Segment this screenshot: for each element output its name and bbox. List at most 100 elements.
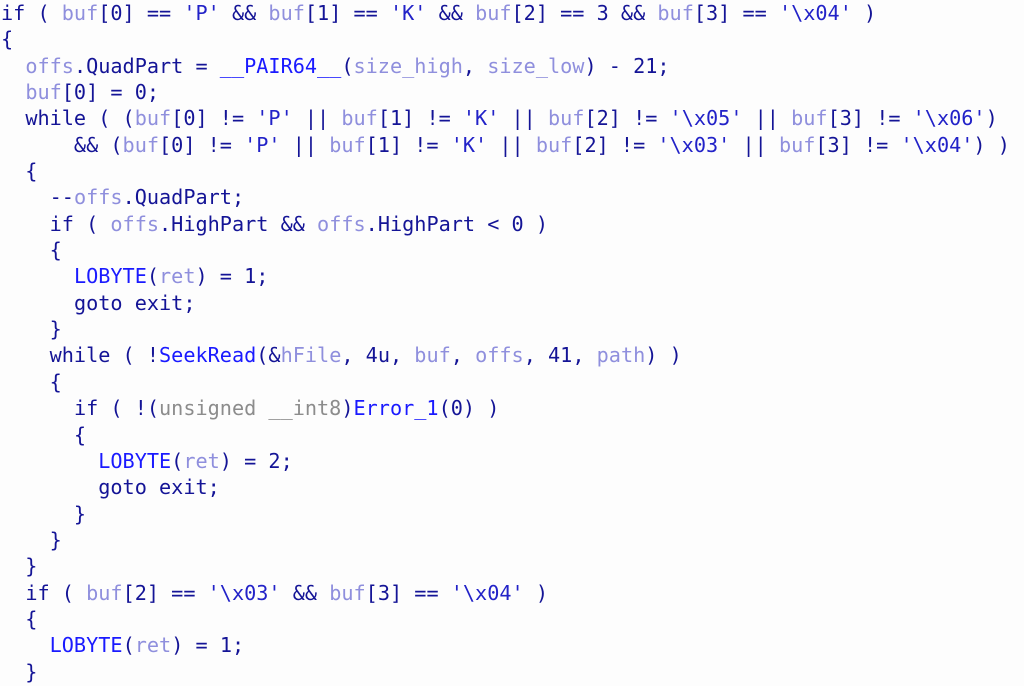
code-token-var: buf — [329, 580, 366, 605]
code-token-plain: || — [280, 132, 330, 157]
code-line[interactable]: goto exit; — [0, 290, 1024, 316]
code-token-macro: __PAIR64__ — [219, 53, 342, 78]
decompiler-code-view[interactable]: if ( buf[0] == 'P' && buf[1] == 'K' && b… — [0, 0, 1024, 686]
code-token-var: offs — [73, 185, 123, 210]
code-line[interactable]: goto exit; — [0, 474, 1024, 500]
code-token-plain: [3] != — [815, 132, 901, 157]
code-token-plain: } — [1, 554, 38, 579]
code-token-var: buf — [134, 106, 172, 131]
code-token-string: 'K' — [462, 106, 500, 131]
code-token-plain: ( ( — [86, 106, 135, 131]
code-line[interactable]: } — [0, 501, 1024, 527]
code-token-var: buf — [791, 106, 828, 131]
code-token-string: '\x04' — [900, 132, 974, 157]
code-line[interactable]: --offs.QuadPart; — [0, 184, 1024, 210]
code-line[interactable]: { — [0, 237, 1024, 263]
code-token-keyword: if — [1, 1, 26, 25]
code-token-var: path — [596, 343, 646, 368]
code-token-number: 0 — [134, 80, 147, 105]
code-token-label: exit — [134, 290, 184, 315]
code-token-var: offs — [110, 211, 160, 236]
code-token-plain: [2] != — [572, 132, 658, 157]
code-token-plain: [0] = — [61, 80, 135, 105]
code-token-var: buf — [548, 106, 585, 131]
code-token-var: buf — [778, 132, 816, 157]
code-token-member: .HighPart — [159, 211, 269, 236]
code-line[interactable]: { — [0, 26, 1024, 52]
code-token-plain: , — [462, 53, 488, 78]
code-token-string: '\x03' — [207, 580, 281, 605]
code-token-plain: ; — [256, 264, 269, 289]
code-token-plain: ) = — [219, 448, 269, 473]
code-token-plain: [1] != — [365, 132, 451, 157]
code-token-var: buf — [61, 1, 99, 25]
code-token-plain: < — [475, 211, 512, 236]
code-token-var: ret — [134, 633, 172, 658]
code-token-var: size_high — [353, 53, 463, 78]
code-line[interactable]: LOBYTE(ret) = 1; — [0, 263, 1024, 289]
code-line[interactable]: offs.QuadPart = __PAIR64__(size_high, si… — [0, 53, 1024, 79]
code-line[interactable]: if ( buf[2] == '\x03' && buf[3] == '\x04… — [0, 580, 1024, 606]
code-token-number: 3 — [596, 1, 609, 25]
code-token-plain: && — [268, 211, 318, 236]
code-token-plain: { — [1, 238, 62, 263]
code-line[interactable]: } — [0, 659, 1024, 685]
code-token-var: buf — [329, 132, 366, 157]
code-line[interactable]: buf[0] = 0; — [0, 79, 1024, 105]
code-token-plain: ( — [341, 53, 354, 78]
code-token-keyword: while — [49, 343, 111, 368]
code-token-plain: [2] == — [122, 580, 208, 605]
code-token-string: '\x06' — [912, 106, 986, 131]
code-token-plain: && — [426, 1, 476, 25]
code-line[interactable]: } — [0, 316, 1024, 342]
code-token-plain: ( — [49, 580, 87, 605]
code-token-label: exit — [159, 475, 208, 500]
code-token-plain: && — [219, 1, 269, 25]
code-line[interactable]: && (buf[0] != 'P' || buf[1] != 'K' || bu… — [0, 132, 1024, 158]
code-line[interactable]: while ( !SeekRead(&hFile, 4u, buf, offs,… — [0, 342, 1024, 368]
code-line[interactable]: { — [0, 158, 1024, 184]
code-line[interactable]: } — [0, 553, 1024, 579]
code-token-plain: ) — [985, 106, 998, 131]
code-token-plain: { — [1, 606, 38, 631]
code-token-keyword: while — [25, 106, 87, 131]
code-line[interactable]: { — [0, 422, 1024, 448]
code-token-plain: ( — [146, 264, 160, 289]
code-token-plain: [1] != — [377, 106, 463, 131]
code-token-plain: , — [572, 343, 597, 368]
code-line[interactable]: if ( !(unsigned __int8)Error_1(0) ) — [0, 395, 1024, 421]
code-token-var: buf — [122, 132, 160, 157]
code-token-plain: ) ) — [462, 396, 500, 421]
code-token-macro: LOBYTE — [73, 264, 147, 289]
code-token-plain: && — [608, 1, 658, 25]
code-line[interactable]: LOBYTE(ret) = 2; — [0, 448, 1024, 474]
code-token-plain: , — [523, 343, 549, 368]
code-line[interactable]: } — [0, 527, 1024, 553]
code-token-keyword: goto — [73, 290, 123, 315]
code-line[interactable]: { — [0, 606, 1024, 632]
code-token-type: unsigned __int8 — [159, 396, 342, 421]
code-token-plain: } — [1, 501, 87, 526]
code-line[interactable]: { — [0, 369, 1024, 395]
code-token-string: 'K' — [450, 132, 488, 157]
code-line[interactable]: LOBYTE(ret) = 1; — [0, 632, 1024, 658]
code-token-number: 4u — [365, 343, 390, 368]
code-line[interactable]: if ( offs.HighPart && offs.HighPart < 0 … — [0, 211, 1024, 237]
code-token-var: offs — [317, 211, 366, 236]
code-token-func: SeekRead — [159, 343, 257, 368]
code-token-plain: { — [1, 422, 87, 447]
code-line[interactable]: if ( buf[0] == 'P' && buf[1] == 'K' && b… — [0, 0, 1024, 26]
code-token-var: buf — [268, 1, 305, 25]
code-token-var: buf — [414, 343, 451, 368]
code-token-plain: } — [1, 659, 38, 684]
code-token-plain: -- — [1, 185, 74, 210]
code-line[interactable]: while ( (buf[0] != 'P' || buf[1] != 'K' … — [0, 105, 1024, 131]
code-token-number: 21 — [633, 53, 658, 78]
code-token-number: 0 — [511, 211, 524, 236]
code-token-plain: ( — [25, 1, 62, 25]
code-token-member: .QuadPart; — [122, 185, 245, 210]
